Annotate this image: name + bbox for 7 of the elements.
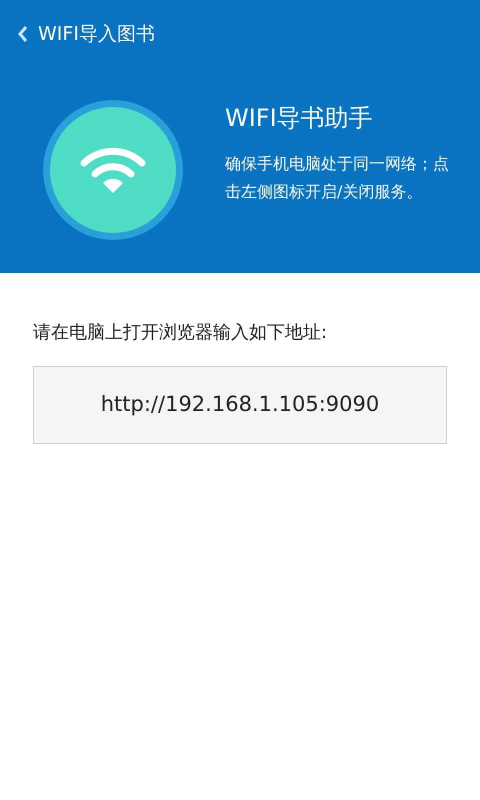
address-text: http://192.168.1.105:9090 — [100, 391, 380, 418]
instruction-text: 请在电脑上打开浏览器输入如下地址: — [33, 321, 328, 345]
wifi-icon — [80, 145, 146, 195]
header-description: 确保手机电脑处于同一网络；点击左侧图标开启/关闭服务。 — [225, 153, 450, 203]
header-title: WIFI导书助手 — [225, 103, 374, 134]
back-icon — [18, 25, 28, 43]
back-button[interactable]: WIFI导入图书 — [18, 20, 155, 48]
